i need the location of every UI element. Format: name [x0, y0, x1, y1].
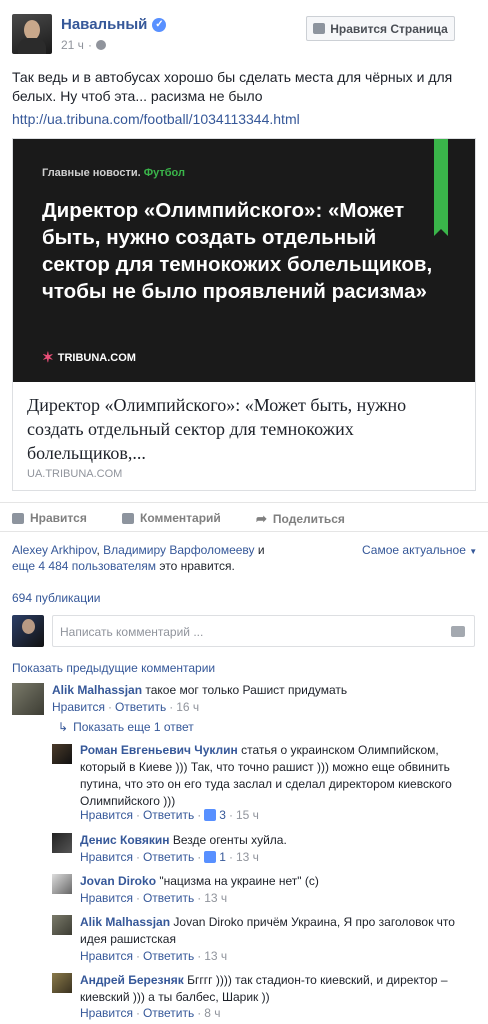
post-link[interactable]: http://ua.tribuna.com/football/103411334…	[12, 111, 300, 127]
others-likes-link[interactable]: еще 4 484 пользователям	[12, 559, 156, 573]
comment-reply-link[interactable]: Ответить	[143, 1006, 194, 1020]
link-attachment[interactable]: Главные новости. Футбол Директор «Олимпи…	[12, 138, 476, 491]
post-meta: 21 ч ·	[61, 38, 106, 52]
share-button[interactable]: ➦ Поделиться	[256, 511, 345, 527]
comment-actions: Нравится · Ответить · 13 ч	[80, 949, 228, 963]
like-count[interactable]: 1	[219, 850, 226, 864]
page-avatar[interactable]	[12, 14, 52, 54]
comment-like-link[interactable]: Нравится	[80, 949, 133, 963]
comment-author[interactable]: Alik Malhassjan	[52, 683, 142, 697]
avatar[interactable]	[52, 744, 72, 764]
show-more-replies[interactable]: ↳ Показать еще 1 ответ	[58, 720, 194, 734]
attachment-domain: UA.TRIBUNA.COM	[27, 468, 123, 480]
comment: Андрей Березняк Бгггг )))) так стадион-т…	[80, 973, 448, 1004]
comment: Jovan Diroko "нацизма на украине нет" (с…	[80, 874, 319, 888]
comment-like-link[interactable]: Нравится	[80, 850, 133, 864]
comment-time[interactable]: 13 ч	[204, 891, 227, 905]
comment-time[interactable]: 16 ч	[176, 700, 199, 714]
comment-like-link[interactable]: Нравится	[80, 891, 133, 905]
page-name-link[interactable]: Навальный ✓	[61, 16, 167, 33]
comment: Роман Евгеньевич Чуклин статья о украинс…	[80, 743, 452, 808]
caret-down-icon: ▼	[469, 547, 478, 556]
share-arrow-icon: ➦	[256, 511, 267, 526]
liker-link[interactable]: Alexey Arkhipov	[12, 543, 97, 557]
comment-like-link[interactable]: Нравится	[52, 700, 105, 714]
comment-reply-link[interactable]: Ответить	[143, 808, 194, 822]
like-count[interactable]: 3	[219, 808, 226, 822]
divider	[0, 531, 488, 532]
avatar[interactable]	[12, 683, 44, 715]
comment: Денис Ковякин Везде огенты хуйла.	[80, 833, 287, 847]
comment-input[interactable]: Написать комментарий ...	[52, 615, 475, 647]
like-page-button[interactable]: Нравится Страница	[306, 16, 455, 41]
page-name[interactable]: Навальный	[61, 16, 147, 33]
thumbs-up-icon	[12, 512, 24, 524]
avatar[interactable]	[52, 973, 72, 993]
comment-time[interactable]: 13 ч	[204, 949, 227, 963]
comment-time[interactable]: 13 ч	[236, 850, 259, 864]
post-text: Так ведь и в автобусах хорошо бы сделать…	[12, 69, 453, 104]
thumbs-up-icon	[313, 23, 326, 34]
post-time[interactable]: 21 ч	[61, 38, 84, 52]
comment-author[interactable]: Денис Ковякин	[80, 833, 170, 847]
comment-actions: Нравится · Ответить · 3 · 15 ч	[80, 808, 259, 822]
avatar[interactable]	[52, 915, 72, 935]
comment-actions: Нравится · Ответить · 1 · 13 ч	[80, 850, 259, 864]
camera-icon[interactable]	[451, 626, 465, 637]
comment-author[interactable]: Роман Евгеньевич Чуклин	[80, 743, 238, 757]
image-label: Главные новости. Футбол	[42, 167, 185, 179]
speech-bubble-icon	[122, 512, 134, 524]
liker-link[interactable]: Владимиру Варфоломееву	[103, 543, 254, 557]
comment-button[interactable]: Комментарий	[122, 511, 221, 525]
attachment-image[interactable]: Главные новости. Футбол Директор «Олимпи…	[13, 139, 475, 382]
comment-reply-link[interactable]: Ответить	[143, 949, 194, 963]
shares-count[interactable]: 694 публикации	[12, 591, 101, 605]
like-button[interactable]: Нравится	[12, 511, 87, 525]
comment-actions: Нравится · Ответить · 13 ч	[80, 891, 228, 905]
tribuna-logo: ✶ TRIBUNA.COM	[42, 349, 136, 365]
comment-author[interactable]: Alik Malhassjan	[80, 915, 170, 929]
comment-like-link[interactable]: Нравится	[80, 1006, 133, 1020]
comment-actions: Нравится · Ответить · 8 ч	[80, 1006, 221, 1020]
comment: Alik Malhassjan Jovan Diroko причём Укра…	[80, 915, 455, 946]
show-previous-comments[interactable]: Показать предыдущие комментарии	[12, 661, 215, 675]
comment-reply-link[interactable]: Ответить	[143, 850, 194, 864]
comment-author[interactable]: Jovan Diroko	[80, 874, 156, 888]
image-headline: Директор «Олимпийского»: «Может быть, ну…	[42, 199, 433, 303]
attachment-title[interactable]: Директор «Олимпийского»: «Может быть, ну…	[27, 393, 467, 465]
comment-time[interactable]: 15 ч	[236, 808, 259, 822]
comment-reply-link[interactable]: Ответить	[115, 700, 166, 714]
sort-dropdown[interactable]: Самое актуальное ▼	[362, 543, 477, 557]
avatar[interactable]	[52, 874, 72, 894]
likes-summary: Alexey Arkhipov, Владимиру Варфоломееву …	[12, 543, 265, 573]
divider	[0, 502, 488, 503]
comment-actions: Нравится · Ответить · 16 ч	[52, 700, 200, 714]
star-icon: ✶	[42, 349, 54, 365]
user-avatar	[12, 615, 44, 647]
comment: Alik Malhassjan такое мог только Рашист …	[52, 683, 348, 697]
like-count-icon	[204, 851, 217, 863]
comment-reply-link[interactable]: Ответить	[143, 891, 194, 905]
avatar[interactable]	[52, 833, 72, 853]
comment-like-link[interactable]: Нравится	[80, 808, 133, 822]
like-count-icon	[204, 809, 217, 821]
verified-badge-icon: ✓	[152, 17, 167, 32]
comment-author[interactable]: Андрей Березняк	[80, 973, 184, 987]
reply-arrow-icon: ↳	[58, 720, 69, 734]
comment-time[interactable]: 8 ч	[204, 1006, 220, 1020]
globe-icon	[95, 40, 106, 50]
